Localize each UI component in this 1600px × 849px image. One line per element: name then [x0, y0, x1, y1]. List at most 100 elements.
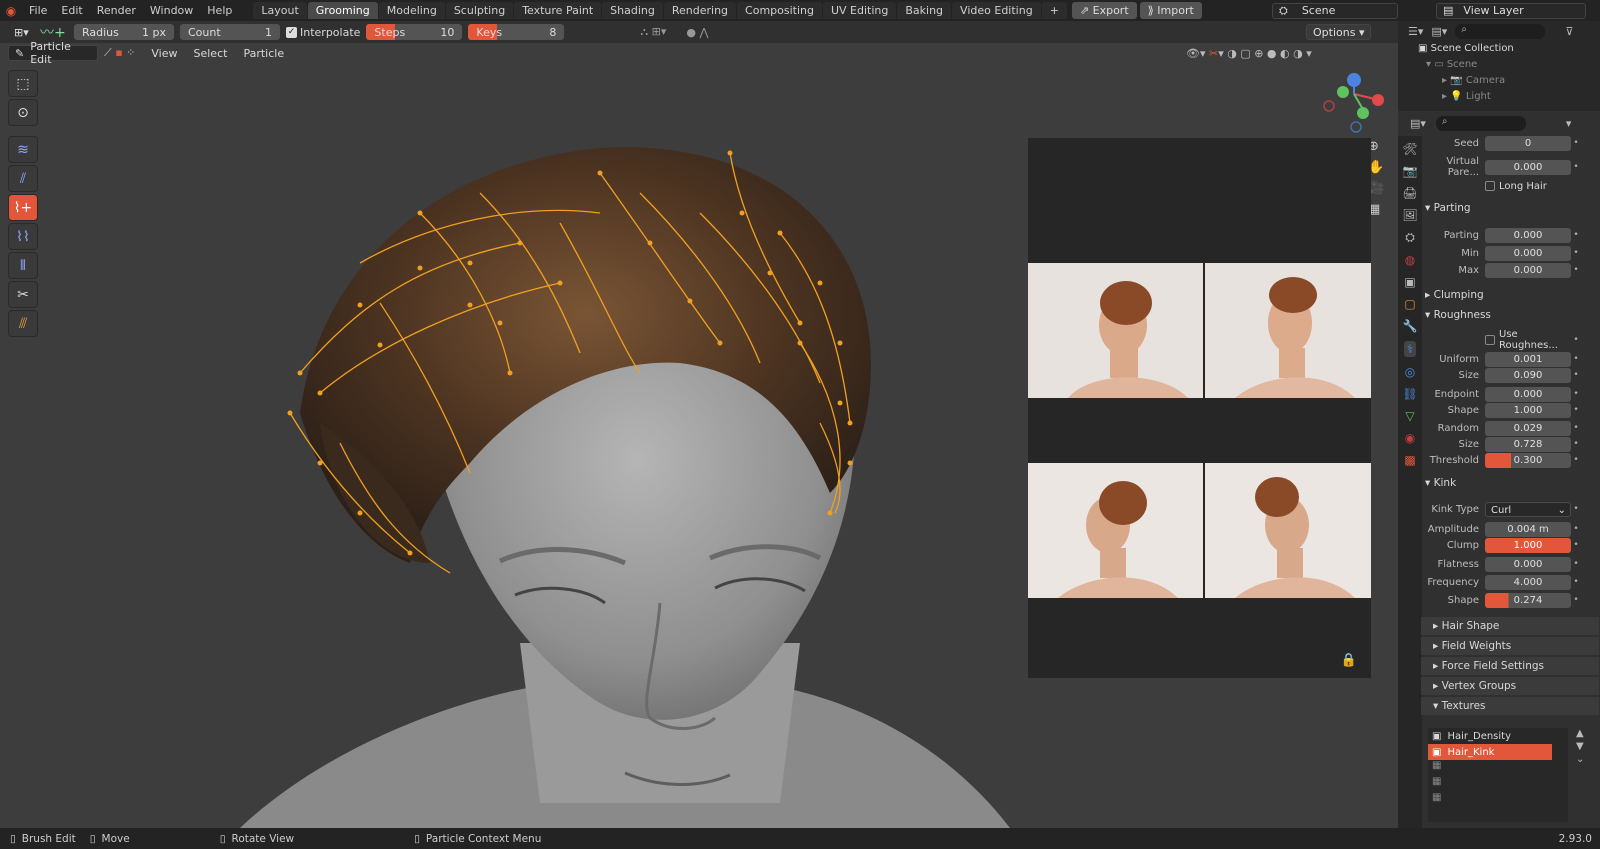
constraints-tab-icon[interactable]: ⛓ [1402, 387, 1417, 401]
weight-brush-tool[interactable]: ⫻ [8, 310, 38, 337]
texture-slot-empty[interactable]: ▦ [1428, 776, 1568, 792]
tool-tab-icon[interactable]: 🛠 [1402, 142, 1417, 156]
kink-type-dropdown[interactable]: Curl ⌄ [1485, 501, 1571, 517]
menu-window[interactable]: Window [143, 4, 200, 17]
collapse-icon[interactable]: ▾ [1566, 117, 1572, 130]
menu-file[interactable]: File [22, 4, 54, 17]
editor-type-dropdown[interactable]: ⊞▾ [8, 24, 34, 40]
use-roughness-checkbox[interactable] [1485, 335, 1495, 345]
virtual-parents-field[interactable]: 0.000 [1485, 159, 1571, 175]
field-weights-panel[interactable]: ▸ Field Weights [1421, 637, 1599, 655]
menu-particle[interactable]: Particle [243, 47, 284, 60]
move-down-icon[interactable]: ▼ [1576, 741, 1584, 752]
modifier-tab-icon[interactable]: 🔧 [1403, 319, 1418, 333]
options-dropdown[interactable]: Options ▾ [1306, 24, 1372, 40]
tab-baking[interactable]: Baking [897, 2, 952, 19]
viewport-overlay-icons[interactable]: 👁▾ ✂▾ ◑ ▢ ⊕ ● ◐ ◑ ▾ [1186, 47, 1312, 60]
outliner-display-icon[interactable]: ▤▾ [1431, 25, 1447, 38]
material-tab-icon[interactable]: ◉ [1405, 431, 1415, 445]
object-tab-icon[interactable]: ▢ [1404, 297, 1415, 311]
scene-collection-item[interactable]: ▣ Scene Collection [1418, 41, 1600, 57]
length-brush-tool[interactable]: ⌇⌇ [8, 223, 38, 250]
collection-tab-icon[interactable]: ▣ [1404, 275, 1415, 289]
tab-modeling[interactable]: Modeling [378, 2, 445, 19]
mode-dropdown[interactable]: ✎ Particle Edit [8, 40, 98, 66]
view-layer-tab-icon[interactable]: 🖼 [1402, 208, 1417, 222]
select-box-tool[interactable]: ⬚ [8, 70, 38, 97]
outliner-editor-icon[interactable]: ☰▾ [1408, 25, 1423, 38]
add-brush-icon[interactable]: 〰+ [40, 22, 68, 42]
random-field[interactable]: 0.029 [1485, 420, 1571, 436]
cut-brush-tool[interactable]: ✂ [8, 281, 38, 308]
texture-slot-hair-kink[interactable]: ▣ Hair_Kink [1428, 744, 1552, 760]
properties-editor-icon[interactable]: ▤▾ [1410, 117, 1426, 130]
outliner-item-light[interactable]: ▸ 💡 Light [1418, 89, 1600, 105]
textures-panel[interactable]: ▾ Textures [1421, 697, 1599, 715]
select-mode-icons[interactable]: ⟋ ▪ ⁘ [104, 46, 135, 60]
texture-tab-icon[interactable]: ▩ [1404, 453, 1415, 467]
world-tab-icon[interactable]: ◍ [1405, 253, 1415, 267]
size-field-2[interactable]: 0.728 [1485, 436, 1571, 452]
texture-slot-hair-density[interactable]: ▣ Hair_Density [1428, 728, 1568, 744]
menu-edit[interactable]: Edit [54, 4, 89, 17]
roughness-section-header[interactable]: ▾ Roughness [1425, 309, 1491, 321]
tab-video-editing[interactable]: Video Editing [952, 2, 1041, 19]
vertex-groups-panel[interactable]: ▸ Vertex Groups [1421, 677, 1599, 695]
tab-rendering[interactable]: Rendering [663, 2, 737, 19]
tab-sculpting[interactable]: Sculpting [445, 2, 514, 19]
reference-image-board[interactable]: 🔒 [1028, 138, 1371, 678]
uniform-field[interactable]: 0.001 [1485, 351, 1571, 367]
amplitude-field[interactable]: 0.004 m [1485, 521, 1571, 537]
seed-field[interactable]: 0 [1485, 135, 1571, 151]
move-up-icon[interactable]: ▲ [1576, 728, 1584, 739]
outliner-search-field[interactable]: ⌕ [1455, 23, 1546, 39]
threshold-slider[interactable]: 0.300 [1485, 452, 1571, 468]
texture-slot-empty[interactable]: ▦ [1428, 792, 1568, 808]
tab-texture-paint[interactable]: Texture Paint [514, 2, 602, 19]
list-menu-icon[interactable]: ⌄ [1576, 754, 1584, 765]
render-tab-icon[interactable]: 📷 [1403, 164, 1418, 178]
view-layer-selector[interactable]: ▤ View Layer [1436, 2, 1586, 19]
tab-layout[interactable]: Layout [253, 2, 307, 19]
particles-tab-icon[interactable]: ⚕ [1403, 341, 1417, 357]
snapping-icons[interactable]: ⛬ ⊞▾ [640, 25, 666, 39]
texture-slot-empty[interactable]: ▦ [1428, 760, 1568, 776]
lock-icon[interactable]: 🔒 [1341, 653, 1357, 668]
clumping-section-header[interactable]: ▸ Clumping [1425, 289, 1484, 301]
import-button[interactable]: ⟫ Import [1139, 2, 1202, 19]
add-workspace-button[interactable]: + [1041, 2, 1067, 19]
export-button[interactable]: ⇗ Export [1071, 2, 1137, 19]
keys-field[interactable]: Keys 8 [468, 24, 565, 40]
count-field[interactable]: Count 1 [180, 24, 280, 40]
puff-brush-tool[interactable]: ⫴ [8, 252, 38, 279]
flatness-field[interactable]: 0.000 [1485, 556, 1571, 572]
filter-icon[interactable]: ⊽ [1565, 25, 1573, 38]
physics-tab-icon[interactable]: ◎ [1405, 365, 1415, 379]
data-tab-icon[interactable]: ▽ [1405, 409, 1414, 423]
output-tab-icon[interactable]: 🖨 [1402, 186, 1417, 200]
tab-uv-editing[interactable]: UV Editing [822, 2, 897, 19]
clump-slider[interactable]: 1.000 [1485, 537, 1571, 553]
parting-field[interactable]: 0.000 [1485, 227, 1571, 243]
cursor-tool[interactable]: ⊙ [8, 99, 38, 126]
outliner-item-camera[interactable]: ▸ 📷 Camera [1418, 73, 1600, 89]
shape-field-1[interactable]: 1.000 [1485, 402, 1571, 418]
menu-select[interactable]: Select [194, 47, 228, 60]
comb-brush-tool[interactable]: ≋ [8, 136, 38, 163]
max-field[interactable]: 0.000 [1485, 262, 1571, 278]
min-field[interactable]: 0.000 [1485, 245, 1571, 261]
radius-field[interactable]: Radius 1 px [74, 24, 174, 40]
size-field-1[interactable]: 0.090 [1485, 367, 1571, 383]
outliner-item-scene[interactable]: ▾ ▭ Scene [1418, 57, 1600, 73]
scene-selector[interactable]: ⛭ Scene [1272, 2, 1398, 19]
force-field-settings-panel[interactable]: ▸ Force Field Settings [1421, 657, 1599, 675]
long-hair-checkbox[interactable] [1485, 181, 1495, 191]
add-brush-tool[interactable]: ⌇+ [8, 194, 38, 221]
hair-shape-panel[interactable]: ▸ Hair Shape [1421, 617, 1599, 635]
properties-search-field[interactable]: ⌕ [1435, 115, 1526, 131]
menu-render[interactable]: Render [90, 4, 143, 17]
menu-help[interactable]: Help [200, 4, 239, 17]
blender-logo-icon[interactable]: ◉ [0, 4, 22, 18]
parting-section-header[interactable]: ▾ Parting [1425, 202, 1471, 214]
interpolate-checkbox[interactable]: ✓ Interpolate [286, 26, 360, 39]
